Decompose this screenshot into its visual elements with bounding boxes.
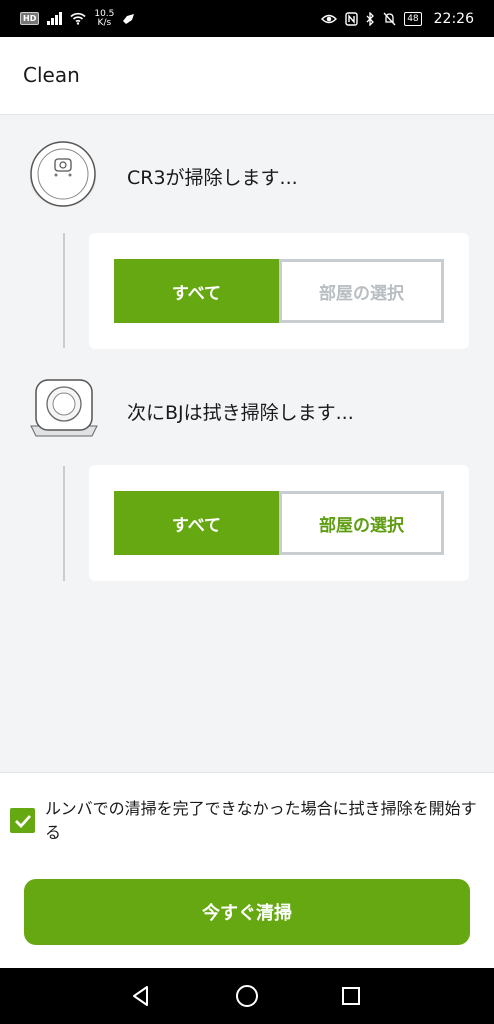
status-bar: HD 10.5 K/s 48 22:26	[0, 0, 494, 37]
bluetooth-icon	[366, 11, 375, 26]
notification-app-icon	[123, 13, 135, 24]
checkmark-icon	[14, 814, 31, 828]
timeline-line	[63, 233, 65, 348]
robot-row-braava: 次にBJは拭き掃除します...	[0, 368, 494, 448]
recents-square-icon	[342, 987, 360, 1005]
clock: 22:26	[433, 10, 474, 27]
wifi-icon	[70, 12, 86, 25]
robot-message: 次にBJは拭き掃除します...	[127, 402, 354, 424]
network-speed-unit: K/s	[97, 17, 112, 28]
recents-button[interactable]	[337, 982, 365, 1010]
eye-comfort-icon	[321, 14, 338, 23]
mop-fallback-checkbox[interactable]	[10, 808, 35, 833]
all-rooms-button[interactable]: すべて	[114, 259, 279, 323]
home-button[interactable]	[233, 982, 261, 1010]
network-speed: 10.5 K/s	[94, 9, 114, 28]
select-rooms-button[interactable]: 部屋の選択	[279, 259, 444, 323]
roomba-robot-icon	[30, 141, 96, 207]
mop-fallback-label: ルンバでの清掃を完了できなかった場合に拭き掃除を開始する	[45, 799, 477, 842]
navigation-bar	[0, 968, 494, 1024]
timeline-line	[63, 466, 65, 581]
room-selection-card: すべて 部屋の選択	[89, 465, 469, 581]
back-triangle-icon	[133, 986, 148, 1006]
robot-row-roomba: CR3が掃除します...	[0, 135, 494, 215]
bottom-panel: ルンバでの清掃を完了できなかった場合に拭き掃除を開始する 今すぐ清掃	[0, 772, 494, 968]
braava-mop-robot-icon	[30, 379, 98, 437]
room-scope-toggle: すべて 部屋の選択	[114, 259, 444, 323]
nfc-icon	[345, 11, 358, 26]
robot-message: CR3が掃除します...	[127, 167, 298, 189]
mute-bell-icon	[383, 12, 396, 25]
room-scope-toggle: すべて 部屋の選択	[114, 491, 444, 555]
clean-now-button[interactable]: 今すぐ清掃	[24, 879, 470, 945]
hd-indicator: HD	[20, 12, 40, 25]
cell-signal-icon	[47, 12, 63, 25]
all-rooms-button[interactable]: すべて	[114, 491, 279, 555]
back-button[interactable]	[127, 982, 155, 1010]
app-header: Clean	[0, 37, 494, 115]
page-title: Clean	[23, 63, 80, 87]
select-rooms-button[interactable]: 部屋の選択	[279, 491, 444, 555]
battery-icon: 48	[404, 11, 422, 26]
home-circle-icon	[236, 985, 258, 1007]
room-selection-card: すべて 部屋の選択	[89, 233, 469, 349]
